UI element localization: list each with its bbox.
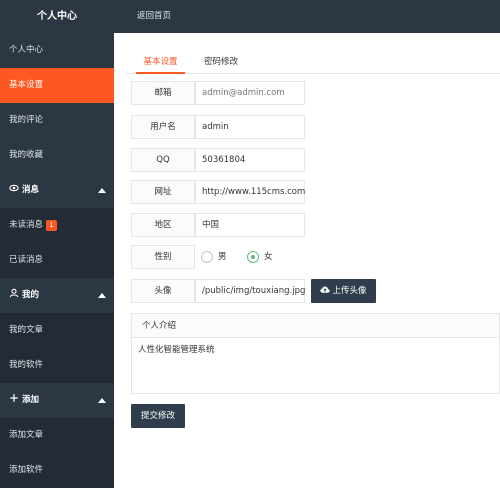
upload-avatar-label: 上传头像 <box>332 286 367 296</box>
sidebar-item-read-messages[interactable]: 已读消息 <box>0 243 114 278</box>
gender-female-radio[interactable] <box>247 251 259 263</box>
avatar-label: 头像 <box>131 279 195 303</box>
upload-avatar-button[interactable]: 上传头像 <box>311 279 376 303</box>
eye-icon <box>9 184 19 192</box>
sidebar-group-add[interactable]: 添加 <box>0 383 114 418</box>
chevron-up-icon <box>98 398 106 403</box>
sidebar-item-add-article[interactable]: 添加文章 <box>0 418 114 453</box>
unread-count-badge: 1 <box>46 220 58 231</box>
sidebar: 个人中心 基本设置 我的评论 我的收藏 消息 未读消息 1 已读消息 我的 我的文… <box>0 33 114 488</box>
sidebar-item-my-comments[interactable]: 我的评论 <box>0 103 114 138</box>
avatar-path-field[interactable]: /public/img/touxiang.jpg <box>195 279 305 303</box>
cloud-upload-icon <box>320 286 331 293</box>
username-field[interactable]: admin <box>195 115 305 139</box>
tab-password-change[interactable]: 密码修改 <box>204 53 238 74</box>
qq-field[interactable]: 50361804 <box>195 148 305 172</box>
website-label: 网址 <box>131 180 195 204</box>
sidebar-group-label: 消息 <box>22 185 40 195</box>
gender-male-radio[interactable] <box>201 251 213 263</box>
plus-icon <box>10 394 18 402</box>
gender-female-label[interactable]: 女 <box>264 245 273 269</box>
sidebar-item-label: 未读消息 <box>9 220 44 230</box>
website-field[interactable]: http://www.115cms.com <box>195 180 305 204</box>
home-link[interactable]: 返回首页 <box>137 0 171 33</box>
sidebar-item-add-software[interactable]: 添加软件 <box>0 453 114 488</box>
sidebar-item-unread-messages[interactable]: 未读消息 1 <box>0 208 114 243</box>
email-label: 邮箱 <box>131 81 195 105</box>
tab-basic-settings[interactable]: 基本设置 <box>136 53 185 74</box>
region-label: 地区 <box>131 213 195 237</box>
sidebar-item-my-articles[interactable]: 我的文章 <box>0 313 114 348</box>
region-field[interactable]: 中国 <box>195 213 305 237</box>
sidebar-item-my-favorites[interactable]: 我的收藏 <box>0 138 114 173</box>
submit-button[interactable]: 提交修改 <box>131 404 185 428</box>
main-content: 基本设置 密码修改 邮箱 admin@admin.com 用户名 admin Q… <box>114 33 500 487</box>
sidebar-item-personal-center[interactable]: 个人中心 <box>0 33 114 68</box>
sidebar-group-label: 添加 <box>22 395 40 405</box>
chevron-up-icon <box>98 188 106 193</box>
gender-male-label[interactable]: 男 <box>218 245 227 269</box>
qq-label: QQ <box>131 148 195 172</box>
user-icon <box>9 288 19 298</box>
sidebar-item-my-software[interactable]: 我的软件 <box>0 348 114 383</box>
sidebar-group-mine[interactable]: 我的 <box>0 278 114 313</box>
tab-bar: 基本设置 密码修改 <box>126 53 500 74</box>
intro-label: 个人介绍 <box>131 313 500 338</box>
email-field[interactable]: admin@admin.com <box>195 81 305 105</box>
chevron-up-icon <box>98 293 106 298</box>
sidebar-item-basic-settings[interactable]: 基本设置 <box>0 68 114 103</box>
gender-radio-group: 男 女 <box>195 245 315 269</box>
top-bar: 个人中心 返回首页 <box>0 0 500 33</box>
sidebar-group-label: 我的 <box>22 290 40 300</box>
username-label: 用户名 <box>131 115 195 139</box>
intro-textarea[interactable]: 人性化智能管理系统 <box>131 337 500 394</box>
sidebar-group-messages[interactable]: 消息 <box>0 173 114 208</box>
gender-label: 性别 <box>131 245 195 269</box>
app-title: 个人中心 <box>37 11 77 22</box>
